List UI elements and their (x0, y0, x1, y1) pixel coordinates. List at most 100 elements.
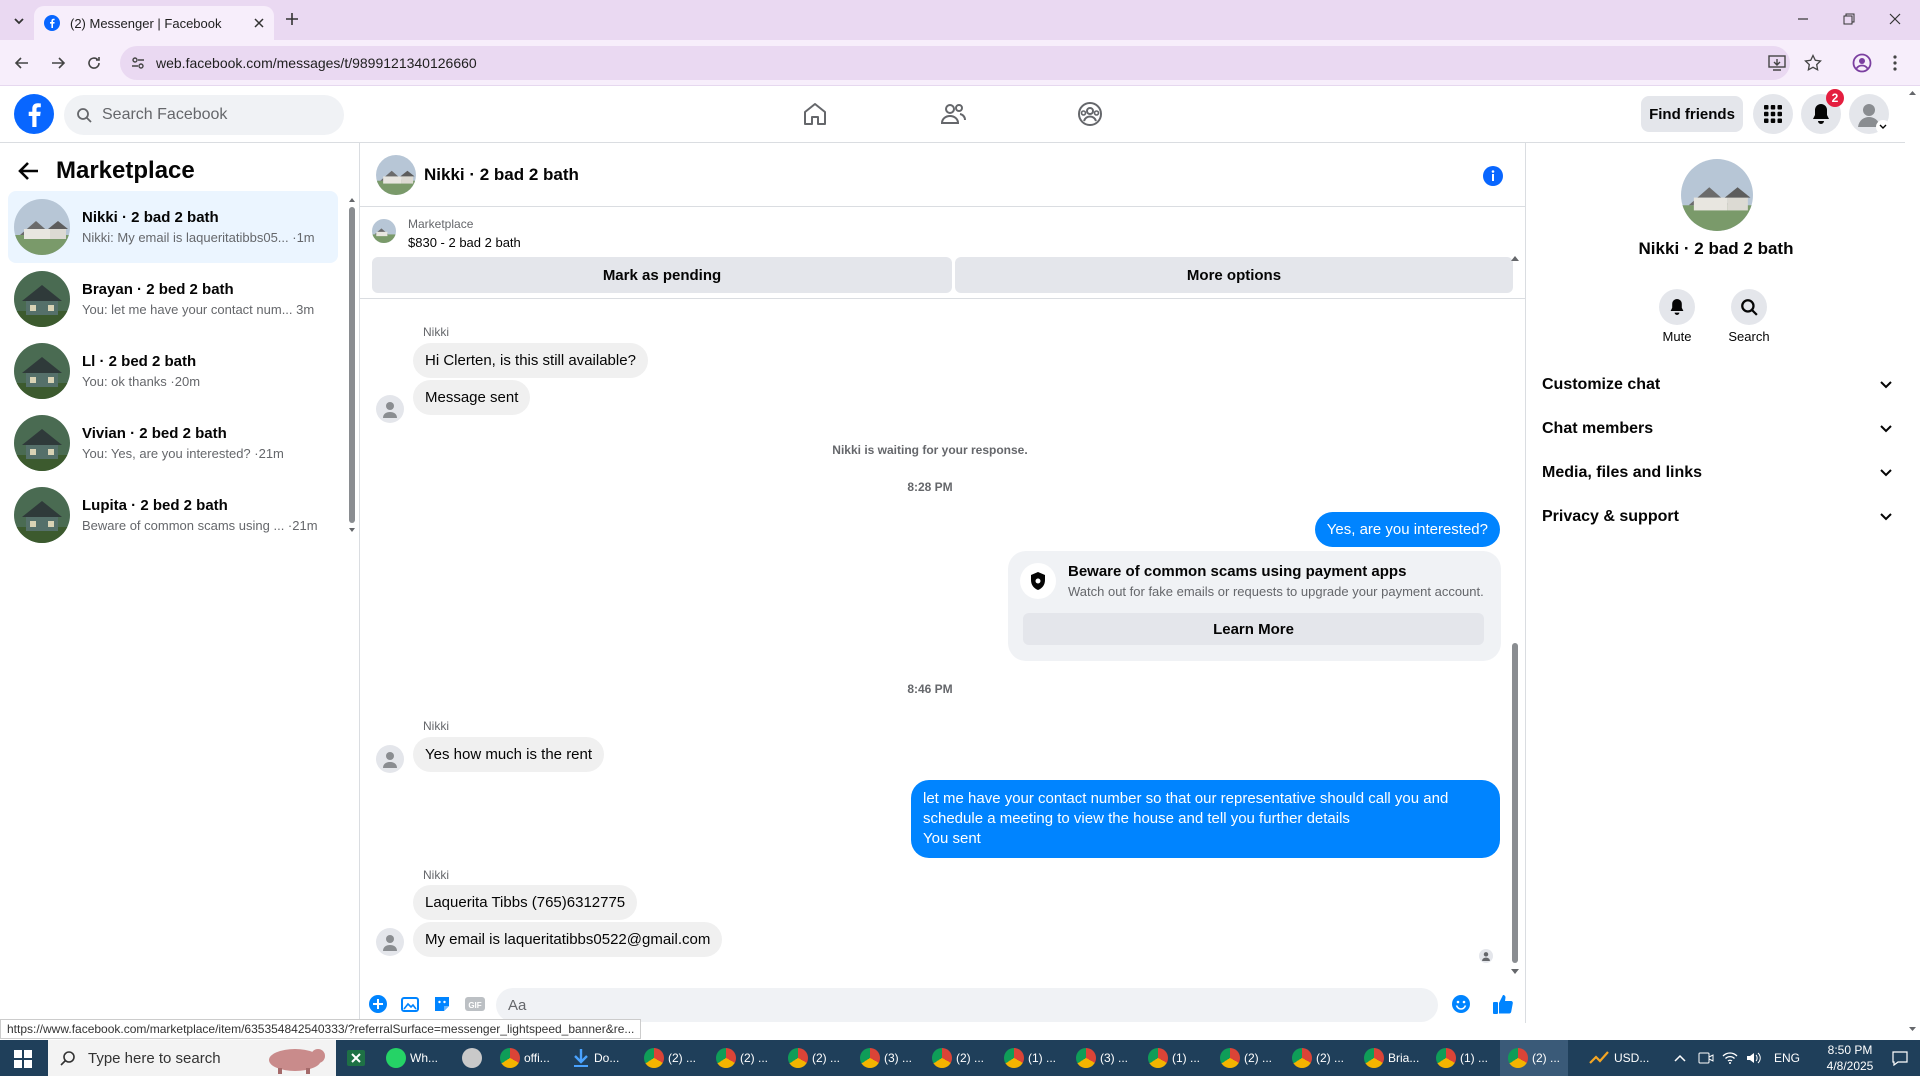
conversation-item[interactable]: Brayan · 2 bed 2 bath You: let me have y… (8, 263, 338, 335)
close-tab-icon[interactable] (254, 18, 264, 28)
conversation-item[interactable]: Nikki · 2 bad 2 bath Nikki: My email is … (8, 191, 338, 263)
conversation-item[interactable]: Ll · 2 bed 2 bath You: ok thanks ·20m (8, 335, 338, 407)
conversation-list-scrollbar[interactable] (348, 195, 356, 535)
tab-title: (2) Messenger | Facebook (70, 15, 222, 31)
chrome-icon (788, 1048, 808, 1068)
currency-widget[interactable]: USD... (1588, 1040, 1649, 1076)
conversation-list-panel: Marketplace Nikki · 2 bad 2 bath Nikki: … (0, 143, 360, 1023)
info-icon[interactable] (1482, 165, 1504, 187)
gif-icon[interactable]: GIF (464, 994, 486, 1014)
listing-thumbnail-icon[interactable] (372, 219, 396, 243)
taskbar-app-chrome[interactable]: (2) ... (716, 1040, 768, 1076)
taskbar-app-cloud[interactable] (462, 1040, 482, 1076)
close-window-icon[interactable] (1888, 12, 1902, 26)
conversation-item[interactable]: Vivian · 2 bed 2 bath You: Yes, are you … (8, 407, 338, 479)
facebook-logo-icon[interactable] (14, 94, 54, 134)
groups-icon[interactable] (1072, 98, 1108, 130)
install-app-icon[interactable] (1768, 55, 1786, 71)
windows-start-icon[interactable] (14, 1050, 32, 1068)
taskbar-app-label: Wh... (410, 1051, 439, 1065)
taskbar-app-chrome[interactable]: (1) ... (1436, 1040, 1488, 1076)
site-settings-icon[interactable] (130, 55, 146, 71)
incoming-message[interactable]: Yes how much is the rent (413, 737, 605, 772)
excel-taskbar-icon[interactable] (346, 1040, 366, 1076)
taskbar-app-chrome[interactable]: (2) ... (1220, 1040, 1272, 1076)
like-thumb-icon[interactable] (1491, 992, 1515, 1016)
new-tab-icon[interactable] (284, 11, 300, 27)
menu-grid-icon[interactable] (1753, 94, 1793, 134)
meet-now-icon[interactable] (1698, 1040, 1714, 1076)
browser-tab[interactable]: (2) Messenger | Facebook (34, 6, 274, 40)
listing-price[interactable]: $830 - 2 bad 2 bath (408, 235, 521, 250)
taskbar-app-downloads[interactable]: Do... (572, 1040, 619, 1076)
back-arrow-icon[interactable] (8, 49, 36, 77)
taskbar-app-chrome[interactable]: (1) ... (1148, 1040, 1200, 1076)
incoming-message[interactable]: Hi Clerten, is this still available? (413, 343, 648, 378)
taskbar-app-chrome[interactable]: (1) ... (1004, 1040, 1056, 1076)
taskbar-app-label: (1) ... (1028, 1051, 1057, 1065)
house-thumbnail-icon (14, 487, 70, 543)
facebook-search-input[interactable]: Search Facebook (64, 95, 344, 135)
page-scrollbar[interactable] (1905, 86, 1920, 1036)
bookmark-star-icon[interactable] (1804, 54, 1822, 72)
media-files-links-row[interactable]: Media, files and links (1542, 455, 1892, 491)
learn-more-button[interactable]: Learn More (1023, 613, 1484, 645)
mute-bell-icon[interactable] (1659, 289, 1695, 325)
outgoing-message[interactable]: let me have your contact number so that … (911, 780, 1500, 858)
sticker-icon[interactable] (432, 994, 452, 1014)
home-icon[interactable] (797, 98, 833, 130)
taskbar-app-chrome[interactable]: (3) ... (860, 1040, 912, 1076)
incoming-message[interactable]: Message sent (413, 380, 531, 415)
language-indicator[interactable]: ENG (1774, 1040, 1800, 1076)
emoji-icon[interactable] (1451, 994, 1471, 1014)
mark-as-pending-button[interactable]: Mark as pending (372, 257, 952, 293)
taskbar-app-chrome-active[interactable]: (2) ... (1500, 1040, 1569, 1076)
friends-icon[interactable] (935, 98, 971, 130)
windows-taskbar: Type here to search Wh... offi... Do... … (0, 1040, 1920, 1076)
privacy-support-row[interactable]: Privacy & support (1542, 499, 1892, 535)
conversation-item[interactable]: Lupita · 2 bed 2 bath Beware of common s… (8, 479, 338, 551)
plus-circle-icon[interactable] (368, 994, 388, 1014)
taskbar-app-chrome[interactable]: (3) ... (1076, 1040, 1128, 1076)
restore-icon[interactable] (1842, 12, 1856, 26)
show-hidden-icons-chevron-icon[interactable] (1674, 1040, 1686, 1076)
taskbar-app-chrome[interactable]: (2) ... (1292, 1040, 1344, 1076)
incoming-message[interactable]: Laquerita Tibbs (765)6312775 (413, 885, 638, 920)
taskbar-app-chrome[interactable]: (2) ... (644, 1040, 696, 1076)
forward-arrow-icon[interactable] (44, 49, 72, 77)
chat-scrollbar[interactable] (1510, 253, 1520, 978)
chat-avatar[interactable] (376, 155, 416, 195)
taskbar-app-whatsapp[interactable]: Wh... (386, 1040, 438, 1076)
conversation-name: Vivian · 2 bed 2 bath (82, 425, 227, 442)
message-input[interactable]: Aa (496, 988, 1438, 1022)
taskbar-app-chrome[interactable]: offi... (500, 1040, 550, 1076)
taskbar-app-chrome[interactable]: Bria... (1364, 1040, 1419, 1076)
photo-icon[interactable] (400, 994, 420, 1014)
reload-icon[interactable] (80, 49, 108, 77)
clock[interactable]: 8:50 PM 4/8/2025 (1820, 1042, 1880, 1074)
find-friends-button[interactable]: Find friends (1641, 96, 1743, 132)
outgoing-message[interactable]: Yes, are you interested? (1314, 512, 1500, 547)
more-options-button[interactable]: More options (955, 257, 1513, 293)
taskbar-search-placeholder: Type here to search (88, 1049, 221, 1067)
back-arrow-icon[interactable] (18, 161, 40, 181)
tab-list-chevron-icon[interactable] (8, 10, 30, 32)
taskbar-app-chrome[interactable]: (2) ... (932, 1040, 984, 1076)
incoming-message[interactable]: My email is laqueritatibbs0522@gmail.com (413, 922, 723, 957)
taskbar-app-chrome[interactable]: (2) ... (788, 1040, 840, 1076)
browser-menu-icon[interactable] (1892, 53, 1898, 73)
chat-members-row[interactable]: Chat members (1542, 411, 1892, 447)
customize-chat-row[interactable]: Customize chat (1542, 367, 1892, 403)
profile-icon[interactable] (1852, 53, 1872, 73)
account-chevron-down-icon[interactable] (1876, 120, 1890, 134)
chat-title[interactable]: Nikki · 2 bad 2 bath (424, 165, 579, 185)
url-field[interactable]: web.facebook.com/messages/t/989912134012… (120, 46, 1790, 80)
row-label: Chat members (1542, 420, 1654, 437)
taskbar-search-input[interactable]: Type here to search (48, 1040, 336, 1076)
volume-icon[interactable] (1746, 1040, 1762, 1076)
minimize-icon[interactable] (1796, 12, 1810, 26)
notification-center-icon[interactable] (1892, 1040, 1908, 1076)
search-icon[interactable] (1731, 289, 1767, 325)
wifi-icon[interactable] (1722, 1040, 1738, 1076)
profile-avatar[interactable] (1681, 159, 1753, 231)
